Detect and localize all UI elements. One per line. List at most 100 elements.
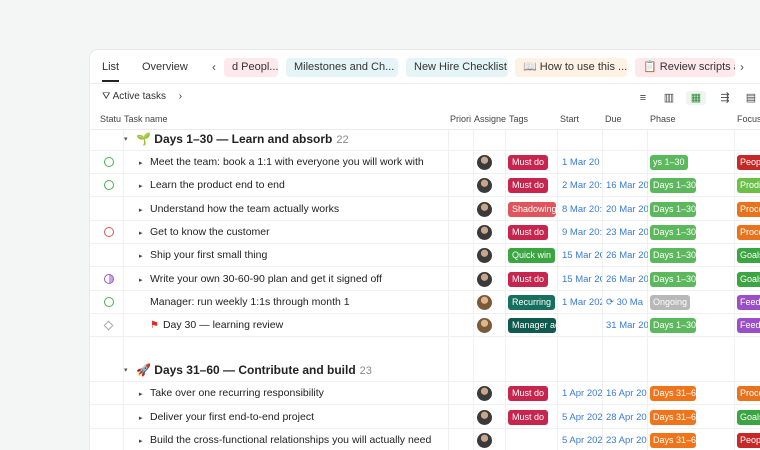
assignee-avatar[interactable]	[477, 271, 492, 287]
due-date[interactable]: 16 Apr 20	[606, 388, 648, 399]
phase-badge[interactable]: Ongoing	[650, 294, 691, 310]
task-name[interactable]: Write your own 30-60-90 plan and get it …	[150, 273, 382, 285]
start-date[interactable]: 1 Mar 20	[562, 157, 602, 168]
table-row[interactable]: ▸ Meet the team: book a 1:1 with everyone…	[90, 151, 760, 174]
phase-badge[interactable]: Days 31–60	[650, 386, 696, 402]
start-date[interactable]: 1 Mar 202	[562, 297, 602, 308]
phase-badge[interactable]: Days 1–30	[650, 271, 696, 287]
focus-badge[interactable]: Goals	[737, 271, 760, 287]
layout-icon[interactable]: ▤	[744, 91, 758, 105]
assignee-avatar[interactable]	[477, 178, 492, 194]
group-by-icon[interactable]: ≡	[636, 91, 650, 105]
assignee-avatar[interactable]	[477, 224, 492, 240]
table-view-icon[interactable]: ▦	[686, 91, 706, 105]
due-date[interactable]: 28 Apr 20	[606, 412, 648, 423]
column-due[interactable]: Due	[605, 114, 622, 124]
column-tags[interactable]: Tags	[509, 114, 528, 124]
table-row[interactable]: ▸ Deliver your first end-to-end project Mu…	[90, 406, 760, 429]
group-collapse-icon[interactable]: ▾	[124, 135, 128, 143]
focus-badge[interactable]: Proce	[737, 386, 760, 402]
task-name[interactable]: Get to know the customer	[150, 226, 270, 238]
group-collapse-icon[interactable]: ▾	[124, 366, 128, 374]
status-indicator[interactable]	[103, 320, 114, 331]
phase-badge[interactable]: Days 1–30	[650, 248, 696, 264]
expand-subtasks-icon[interactable]: ▸	[139, 252, 143, 260]
focus-badge[interactable]: Goals	[737, 248, 760, 264]
focus-badge[interactable]: Feed	[737, 294, 760, 310]
sort-icon[interactable]: ⇶	[718, 91, 732, 105]
due-date[interactable]: 23 Apr 20	[606, 435, 648, 446]
phase-badge[interactable]: Days 31–60	[650, 433, 696, 448]
phase-badge[interactable]: Days 31–60	[650, 409, 696, 425]
task-name[interactable]: Deliver your first end-to-end project	[150, 411, 314, 423]
column-phase[interactable]: Phase	[650, 114, 676, 124]
focus-badge[interactable]: Feed	[737, 318, 760, 334]
tag-badge[interactable]: Must do	[508, 409, 549, 425]
tag-badge[interactable]: Quick win	[508, 248, 556, 264]
expand-subtasks-icon[interactable]: ▸	[139, 437, 143, 445]
tab-chip-people[interactable]: d Peopl...	[224, 58, 278, 77]
phase-badge[interactable]: ys 1–30	[650, 155, 688, 170]
column-priority[interactable]: Priori	[450, 114, 472, 124]
task-name[interactable]: Manager: run weekly 1:1s through month 1	[150, 296, 350, 308]
tab-chip-review-scripts[interactable]: 📋 Review scripts a	[635, 58, 735, 77]
status-indicator[interactable]	[104, 226, 114, 237]
columns-icon[interactable]: ▥	[662, 91, 676, 105]
start-date[interactable]: 5 Apr 202	[562, 435, 602, 446]
start-date[interactable]: 15 Mar 2C	[562, 274, 602, 285]
column-status[interactable]: Statu	[100, 114, 122, 124]
assignee-avatar[interactable]	[477, 318, 492, 334]
start-date[interactable]: 2 Mar 20:	[562, 180, 602, 191]
tag-badge[interactable]: Shadowing	[508, 201, 556, 217]
expand-subtasks-icon[interactable]: ▸	[139, 276, 143, 284]
task-name[interactable]: Ship your first small thing	[150, 249, 267, 261]
table-row[interactable]: ▸ Build the cross-functional relationship…	[90, 429, 760, 450]
due-date[interactable]: 31 Mar 20	[606, 320, 648, 331]
assignee-avatar[interactable]	[477, 433, 492, 448]
tag-badge[interactable]: Must do	[508, 178, 549, 194]
status-indicator[interactable]	[104, 157, 114, 167]
due-date[interactable]: ⟳ 30 Ma	[606, 297, 648, 308]
chevron-right-icon[interactable]: ›	[179, 91, 182, 102]
tag-badge[interactable]: Recurring	[508, 294, 556, 310]
focus-badge[interactable]: Proce	[737, 201, 760, 217]
tag-badge[interactable]: Must do	[508, 224, 549, 240]
tabs-prev-arrow-icon[interactable]: ‹	[212, 60, 216, 74]
phase-badge[interactable]: Days 1–30	[650, 224, 696, 240]
tab-chip-milestones[interactable]: Milestones and Ch...	[286, 58, 398, 77]
start-date[interactable]: 15 Mar 2C	[562, 250, 602, 261]
tag-badge[interactable]: Must do	[508, 271, 549, 287]
table-row[interactable]: ▸ Get to know the customer Must do 9 Mar 20…	[90, 221, 760, 244]
table-row[interactable]: ▸ Take over one recurring responsibility M…	[90, 382, 760, 406]
focus-badge[interactable]: Goals	[737, 409, 760, 425]
expand-subtasks-icon[interactable]: ▸	[139, 206, 143, 214]
assignee-avatar[interactable]	[477, 386, 492, 402]
group-header[interactable]: ▾ 🌱 Days 1–30 — Learn and absorb 22	[90, 128, 760, 151]
due-date[interactable]: 16 Mar 20	[606, 180, 648, 191]
phase-badge[interactable]: Days 1–30	[650, 178, 696, 194]
tabs-next-arrow-icon[interactable]: ›	[740, 60, 744, 74]
column-assignee[interactable]: Assigne	[474, 114, 506, 124]
task-name[interactable]: Meet the team: book a 1:1 with everyone …	[150, 156, 424, 168]
table-row[interactable]: ▸ Understand how the team actually works S…	[90, 198, 760, 221]
focus-badge[interactable]: Proce	[737, 224, 760, 240]
status-indicator[interactable]	[104, 273, 114, 284]
tab-list[interactable]: List	[102, 61, 120, 82]
table-row[interactable]: Manager: run weekly 1:1s through month 1…	[90, 291, 760, 314]
tab-chip-how-to-use[interactable]: 📖 How to use this ...	[515, 58, 627, 77]
table-row[interactable]: ▸ Ship your first small thing Quick win 15 …	[90, 244, 760, 268]
task-name[interactable]: Understand how the team actually works	[150, 203, 339, 215]
tab-overview[interactable]: Overview	[142, 61, 188, 73]
start-date[interactable]: 9 Mar 20:	[562, 227, 602, 238]
task-name[interactable]: Take over one recurring responsibility	[150, 387, 324, 399]
tab-chip-new-hire-checklist[interactable]: New Hire Checklist	[406, 58, 508, 77]
expand-subtasks-icon[interactable]: ▸	[139, 414, 143, 422]
assignee-avatar[interactable]	[477, 155, 492, 170]
table-row[interactable]: ⚑ Day 30 — learning review Manager ac 31 Ma…	[90, 314, 760, 338]
expand-subtasks-icon[interactable]: ▸	[139, 182, 143, 190]
focus-badge[interactable]: Prodi	[737, 178, 760, 194]
task-name[interactable]: ⚑ Day 30 — learning review	[150, 319, 283, 331]
assignee-avatar[interactable]	[477, 248, 492, 264]
column-focus[interactable]: Focus	[737, 114, 760, 124]
status-indicator[interactable]	[104, 180, 114, 191]
